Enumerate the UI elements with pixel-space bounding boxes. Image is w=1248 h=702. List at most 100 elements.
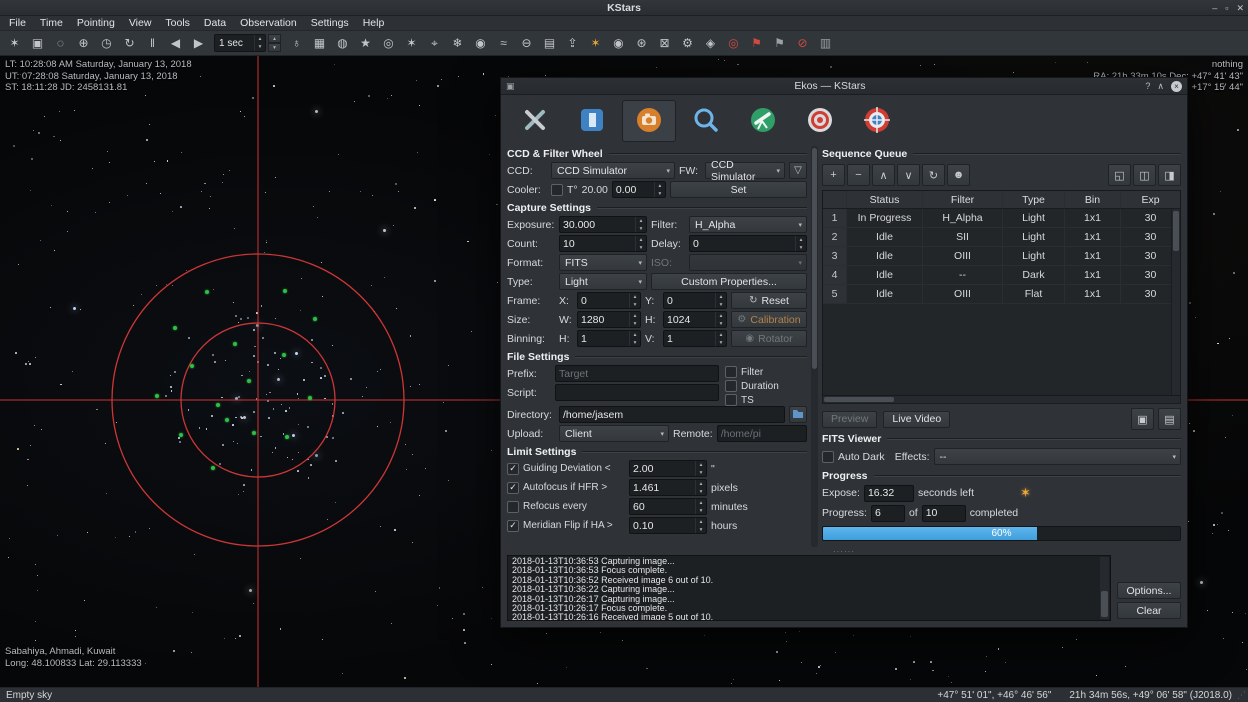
live-video-button[interactable]: Live Video xyxy=(883,411,950,428)
upload-icon[interactable]: ⇪ xyxy=(561,33,584,54)
count-input[interactable]: ▴▾ xyxy=(559,235,647,252)
refocus-input[interactable]: ▴▾ xyxy=(629,498,707,515)
tab-setup[interactable] xyxy=(508,100,562,142)
set-temperature-button[interactable]: Set xyxy=(670,181,807,198)
indi-panel-icon[interactable]: ◈ xyxy=(699,33,722,54)
spin-down-icon[interactable]: ▾ xyxy=(636,244,646,252)
delay-input[interactable]: ▴▾ xyxy=(689,235,807,252)
horizon-icon[interactable]: ⊖ xyxy=(515,33,538,54)
spin-buttons[interactable]: ▴▾ xyxy=(635,236,646,251)
size-h-input[interactable]: ▴▾ xyxy=(663,311,727,328)
step-back-icon[interactable]: ◀ xyxy=(164,33,187,54)
spin-buttons[interactable]: ▴▾ xyxy=(654,182,665,197)
table-row[interactable]: 2IdleSIILight1x130 xyxy=(823,228,1180,247)
spin-down-icon[interactable]: ▾ xyxy=(630,339,640,347)
spin-buttons[interactable]: ▴▾ xyxy=(715,293,726,308)
timestep-widget[interactable]: 1 sec ▴▾ ▴ ▾ xyxy=(214,34,281,52)
spin-buttons[interactable]: ▴▾ xyxy=(629,293,640,308)
stars-icon[interactable]: ✶ xyxy=(400,33,423,54)
filter-prefix-checkbox[interactable]: ✓ xyxy=(725,366,737,378)
filter-manager-button[interactable]: ▽ xyxy=(789,162,807,179)
auto-dark-checkbox[interactable]: ✓ xyxy=(822,451,834,463)
spin-down-icon[interactable]: ▾ xyxy=(630,320,640,328)
spin-down-icon[interactable]: ▾ xyxy=(716,301,726,309)
menu-help[interactable]: Help xyxy=(356,17,392,29)
spin-up-icon[interactable]: ▴ xyxy=(255,35,265,43)
sky-marker[interactable] xyxy=(233,342,237,346)
autofocus-hfr-checkbox[interactable]: ✓ xyxy=(507,482,519,494)
time-to-now-icon[interactable]: ↻ xyxy=(118,33,141,54)
spin-buttons[interactable]: ▴▾ xyxy=(715,331,726,346)
exposure-input[interactable]: ▴▾ xyxy=(559,216,647,233)
solar-system-icon[interactable]: ◍ xyxy=(331,33,354,54)
spin-buttons[interactable]: ▴▾ xyxy=(254,35,265,51)
spin-down-icon[interactable]: ▾ xyxy=(255,43,265,51)
effects-select[interactable]: --▾ xyxy=(934,448,1181,465)
frame-y-input[interactable]: ▴▾ xyxy=(663,292,727,309)
summary-view-icon[interactable]: ▣ xyxy=(1131,408,1154,430)
menu-view[interactable]: View xyxy=(122,17,159,29)
upload-select[interactable]: Client▾ xyxy=(559,425,669,442)
log-scrollbar[interactable] xyxy=(1100,557,1109,619)
equatorial-view-icon[interactable]: ♁ xyxy=(285,33,308,54)
sky-marker[interactable] xyxy=(205,290,209,294)
menu-file[interactable]: File xyxy=(2,17,33,29)
sky-marker[interactable] xyxy=(155,394,159,398)
hips-overlay-icon[interactable]: ⊛ xyxy=(630,33,653,54)
spin-down-icon[interactable]: ▾ xyxy=(696,488,706,496)
save-queue-as-icon[interactable]: ◨ xyxy=(1158,164,1181,186)
spin-up-icon[interactable]: ▴ xyxy=(636,217,646,225)
splitter-handle[interactable]: ······ xyxy=(507,547,1181,555)
guiding-deviation-input[interactable]: ▴▾ xyxy=(629,460,707,477)
ccd-select[interactable]: CCD Simulator▾ xyxy=(551,162,675,179)
telescope-target-icon[interactable]: ◎ xyxy=(722,33,745,54)
satellites-icon[interactable]: ⌖ xyxy=(423,33,446,54)
spin-buttons[interactable]: ▴▾ xyxy=(695,499,706,514)
close-icon[interactable]: ✕ xyxy=(1236,3,1244,14)
spin-up-icon[interactable]: ▴ xyxy=(630,312,640,320)
ekos-titlebar[interactable]: ▣ Ekos — KStars ? ∧ × xyxy=(501,78,1187,95)
move-job-up-icon[interactable]: ∧ xyxy=(872,164,895,186)
autofocus-hfr-input[interactable]: ▴▾ xyxy=(629,479,707,496)
sequence-table[interactable]: StatusFilterTypeBinExp 1In ProgressH_Alp… xyxy=(822,190,1181,396)
spin-buttons[interactable]: ▴▾ xyxy=(695,518,706,533)
move-job-down-icon[interactable]: ∨ xyxy=(897,164,920,186)
spin-up-icon[interactable]: ▴ xyxy=(696,518,706,526)
grid-view-icon[interactable]: ▤ xyxy=(1158,408,1181,430)
sky-marker[interactable] xyxy=(313,317,317,321)
spin-down-icon[interactable]: ▾ xyxy=(696,526,706,534)
prefix-input[interactable] xyxy=(555,365,719,382)
spin-down-icon[interactable]: ▾ xyxy=(716,320,726,328)
options-button[interactable]: Options... xyxy=(1117,582,1181,599)
spin-up-icon[interactable]: ▴ xyxy=(716,331,726,339)
script-input[interactable] xyxy=(555,384,719,401)
meridian-flip-checkbox[interactable]: ✓ xyxy=(507,520,519,532)
remove-job-icon[interactable]: − xyxy=(847,164,870,186)
spin-up-icon[interactable]: ▴ xyxy=(696,480,706,488)
sky-marker[interactable] xyxy=(216,403,220,407)
guiding-deviation-checkbox[interactable]: ✓ xyxy=(507,463,519,475)
sky-marker[interactable] xyxy=(179,433,183,437)
frame-x-input[interactable]: ▴▾ xyxy=(577,292,641,309)
remove-object-icon[interactable]: ⊘ xyxy=(791,33,814,54)
custom-properties-button[interactable]: Custom Properties... xyxy=(651,273,807,290)
zoom-icon[interactable]: ◌ xyxy=(49,33,72,54)
shade-icon[interactable]: ∧ xyxy=(1157,81,1164,92)
spin-down-icon[interactable]: ▾ xyxy=(636,225,646,233)
sky-marker[interactable] xyxy=(190,364,194,368)
browse-directory-button[interactable] xyxy=(789,406,807,423)
geolocation-icon[interactable]: ⊕ xyxy=(72,33,95,54)
fw-select[interactable]: CCD Simulator▾ xyxy=(705,162,785,179)
directory-input[interactable] xyxy=(559,406,785,423)
menu-pointing[interactable]: Pointing xyxy=(70,17,122,29)
sky-chart-icon[interactable]: ▦ xyxy=(308,33,331,54)
spin-down-icon[interactable]: ▾ xyxy=(655,190,665,198)
supernova-alert-icon[interactable]: ✶ xyxy=(584,33,607,54)
table-row[interactable]: 4Idle--Dark1x130 xyxy=(823,266,1180,285)
sky-marker[interactable] xyxy=(283,289,287,293)
sky-marker[interactable] xyxy=(225,418,229,422)
spin-up-icon[interactable]: ▴ xyxy=(636,236,646,244)
spin-buttons[interactable]: ▴▾ xyxy=(629,312,640,327)
spin-up-icon[interactable]: ▴ xyxy=(796,236,806,244)
planets-icon[interactable]: ◉ xyxy=(469,33,492,54)
